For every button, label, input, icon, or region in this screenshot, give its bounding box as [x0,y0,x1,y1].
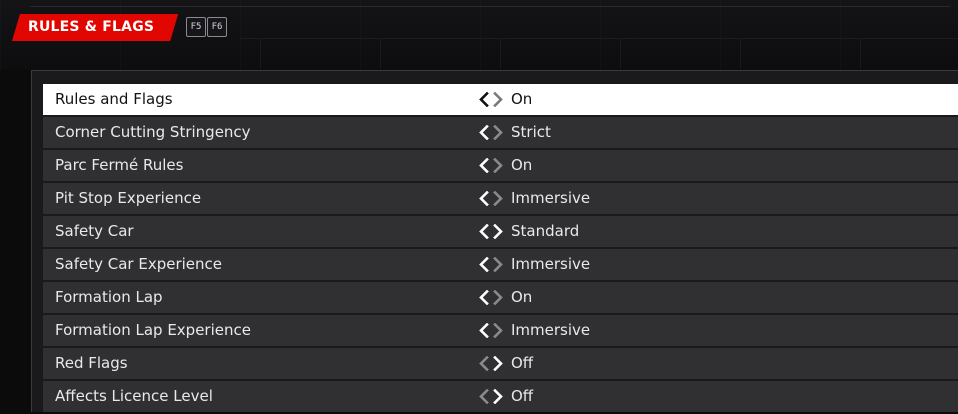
chevron-left-icon[interactable] [478,216,492,247]
chevron-left-icon[interactable] [478,348,492,379]
chevron-right-icon[interactable] [492,348,506,379]
setting-label: Formation Lap [55,288,163,306]
key-f5-hint: F5 [186,17,206,37]
setting-row[interactable]: Formation Lap On [43,282,958,313]
chevron-right-icon[interactable] [492,282,506,313]
setting-value-selector: On [478,282,532,313]
chevron-right-icon[interactable] [492,216,506,247]
setting-value: Immersive [511,189,591,207]
setting-row[interactable]: Formation Lap Experience Immersive [43,315,958,346]
chevron-right-icon[interactable] [492,117,506,148]
key-f6-hint: F6 [207,17,227,37]
chevron-left-icon[interactable] [478,117,492,148]
setting-label: Safety Car Experience [55,255,222,273]
chevron-right-icon[interactable] [492,84,506,115]
setting-value-selector: Immersive [478,249,590,280]
setting-value: Strict [511,123,551,141]
setting-row[interactable]: Corner Cutting Stringency Strict [43,117,958,148]
setting-row[interactable]: Pit Stop Experience Immersive [43,183,958,214]
setting-label: Formation Lap Experience [55,321,251,339]
setting-value-selector: Immersive [478,183,590,214]
setting-value-selector: Off [478,348,533,379]
settings-list: Rules and Flags On Corner Cutting Stringen… [43,84,958,414]
setting-value-selector: Immersive [478,315,590,346]
setting-label: Rules and Flags [55,90,173,108]
setting-value-selector: On [478,84,532,115]
chevron-right-icon[interactable] [492,150,506,181]
setting-row[interactable]: Red Flags Off [43,348,958,379]
setting-row[interactable]: Safety Car Experience Immersive [43,249,958,280]
tab-rules-and-flags[interactable]: RULES & FLAGS [12,14,178,41]
setting-value: On [511,90,533,108]
chevron-right-icon[interactable] [492,315,506,346]
setting-value-selector: Strict [478,117,551,148]
background-top-line [30,0,950,7]
setting-value-selector: On [478,150,532,181]
setting-label: Corner Cutting Stringency [55,123,251,141]
setting-label: Pit Stop Experience [55,189,202,207]
chevron-left-icon[interactable] [478,282,492,313]
setting-label: Parc Fermé Rules [55,156,184,174]
setting-value: Off [511,387,534,405]
background-decoration [240,38,958,69]
setting-value: Standard [511,222,580,240]
setting-value: Off [511,354,534,372]
chevron-left-icon[interactable] [478,249,492,280]
setting-row[interactable]: Rules and Flags On [43,84,958,115]
setting-label: Safety Car [55,222,134,240]
setting-value: On [511,156,533,174]
setting-value-selector: Off [478,381,533,412]
setting-value: Immersive [511,255,591,273]
chevron-right-icon[interactable] [492,183,506,214]
setting-row[interactable]: Affects Licence Level Off [43,381,958,412]
chevron-left-icon[interactable] [478,84,492,115]
setting-row[interactable]: Safety Car Standard [43,216,958,247]
chevron-left-icon[interactable] [478,381,492,412]
setting-label: Red Flags [55,354,128,372]
chevron-left-icon[interactable] [478,183,492,214]
setting-value: On [511,288,533,306]
setting-value-selector: Standard [478,216,579,247]
chevron-left-icon[interactable] [478,150,492,181]
chevron-right-icon[interactable] [492,381,506,412]
chevron-right-icon[interactable] [492,249,506,280]
setting-label: Affects Licence Level [55,387,213,405]
setting-row[interactable]: Parc Fermé Rules On [43,150,958,181]
chevron-left-icon[interactable] [478,315,492,346]
setting-value: Immersive [511,321,591,339]
